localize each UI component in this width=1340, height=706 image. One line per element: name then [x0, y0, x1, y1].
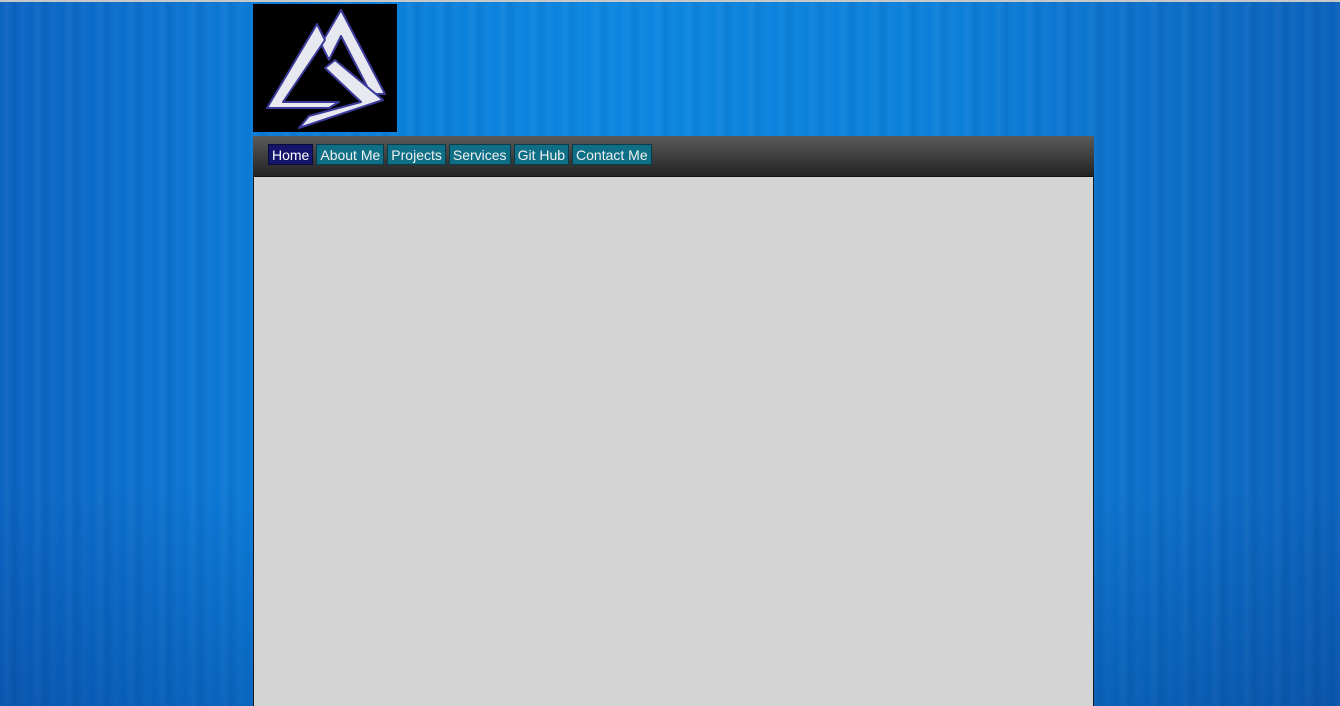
nav-item-home[interactable]: Home — [268, 144, 314, 165]
main-content-area — [253, 177, 1094, 706]
nav-item-projects[interactable]: Projects — [387, 144, 446, 165]
navigation-bar: Home About Me Projects Services Git Hub … — [253, 136, 1094, 177]
nav-menu: Home About Me Projects Services Git Hub … — [268, 144, 652, 165]
top-border — [0, 0, 1340, 2]
nav-item-about-me[interactable]: About Me — [316, 144, 385, 165]
site-logo[interactable] — [253, 4, 397, 132]
nav-item-git-hub[interactable]: Git Hub — [513, 144, 570, 165]
nav-item-contact-me[interactable]: Contact Me — [572, 144, 652, 165]
nav-item-services[interactable]: Services — [448, 144, 511, 165]
triangle-knot-logo-icon — [266, 9, 386, 129]
